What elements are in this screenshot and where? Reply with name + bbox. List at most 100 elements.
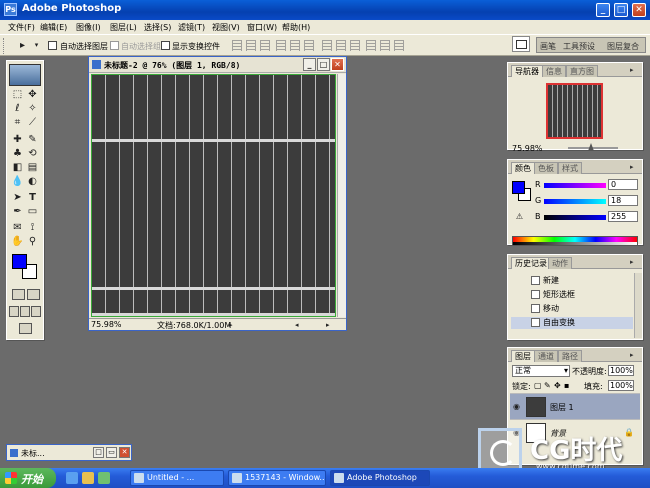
show-transform-checkbox[interactable] — [161, 41, 170, 50]
visibility-eye-icon[interactable]: ◉ — [513, 402, 522, 411]
slice-tool-icon[interactable]: ⟋ — [26, 116, 39, 129]
panel-menu-icon[interactable]: ▸ — [630, 351, 639, 359]
menu-image[interactable]: 图像(I) — [76, 22, 101, 33]
blend-mode-select[interactable]: 正常 — [512, 365, 570, 377]
panel-menu-icon[interactable]: ▸ — [630, 258, 639, 266]
eraser-tool-icon[interactable]: ◧ — [11, 161, 24, 174]
distribute-vcenter-icon[interactable] — [336, 40, 346, 51]
well-tab-brushes[interactable]: 画笔 — [540, 41, 556, 52]
auto-select-layer-checkbox[interactable] — [48, 41, 57, 50]
rectangle-tool-icon[interactable]: ▭ — [26, 205, 39, 218]
color-spectrum-bar[interactable] — [512, 236, 638, 246]
channel-g-value[interactable]: 18 — [608, 195, 638, 206]
align-vcenter-icon[interactable] — [246, 40, 256, 51]
doc-close-button[interactable]: ✕ — [331, 58, 344, 71]
channel-r-value[interactable]: 0 — [608, 179, 638, 190]
menu-edit[interactable]: 编辑(E) — [40, 22, 67, 33]
maximize-button[interactable]: □ — [614, 3, 628, 17]
feather-logo-icon[interactable] — [9, 64, 41, 86]
lock-image-icon[interactable]: ✎ — [544, 381, 551, 390]
marquee-tool-icon[interactable]: ⬚ — [11, 88, 24, 101]
scroll-right-icon[interactable]: ▸ — [326, 321, 334, 329]
move-tool-icon[interactable]: ✥ — [26, 88, 39, 101]
layer-row[interactable]: ◉ 图层 1 — [510, 393, 640, 419]
tab-styles[interactable]: 样式 — [558, 162, 582, 174]
taskbar-item[interactable]: Untitled - ... — [130, 470, 224, 486]
screen-mode-menu-icon[interactable] — [20, 306, 30, 317]
tab-actions[interactable]: 动作 — [548, 257, 572, 269]
healing-brush-icon[interactable]: ✚ — [11, 133, 24, 146]
history-item[interactable]: 移动 — [511, 303, 633, 315]
fill-input[interactable]: 100% — [608, 380, 634, 391]
options-grip[interactable] — [3, 38, 6, 54]
move-tool-icon[interactable]: ▸ — [16, 39, 29, 52]
taskbar-item-active[interactable]: Adobe Photoshop — [330, 470, 430, 486]
status-menu-arrow-icon[interactable]: ▸ — [229, 321, 237, 329]
history-item[interactable]: 新建 — [511, 275, 633, 287]
navigator-thumbnail[interactable] — [546, 83, 603, 139]
maximize-button[interactable]: ▭ — [106, 447, 117, 458]
restore-button[interactable]: □ — [93, 447, 104, 458]
menu-help[interactable]: 帮助(H) — [282, 22, 310, 33]
panel-menu-icon[interactable]: ▸ — [630, 66, 639, 74]
minimize-button[interactable]: _ — [596, 3, 610, 17]
tab-layers[interactable]: 图层 — [511, 350, 535, 362]
distribute-hcenter-icon[interactable] — [380, 40, 390, 51]
ie-quicklaunch-icon[interactable] — [66, 472, 78, 484]
hand-tool-icon[interactable]: ✋ — [11, 235, 24, 248]
zoom-tool-icon[interactable]: ⚲ — [26, 235, 39, 248]
close-button[interactable]: ✕ — [119, 447, 130, 458]
distribute-top-icon[interactable] — [322, 40, 332, 51]
chevron-down-icon[interactable]: ▾ — [30, 39, 43, 52]
history-item-active[interactable]: 自由变换 — [511, 317, 633, 329]
scroll-left-icon[interactable]: ◂ — [295, 321, 303, 329]
desktop-quicklaunch-icon[interactable] — [98, 472, 110, 484]
quickmask-mode-icon[interactable] — [27, 289, 40, 300]
screen-mode-standard-icon[interactable] — [9, 306, 19, 317]
imageready-jump-icon[interactable] — [19, 323, 32, 334]
channel-b-slider[interactable] — [544, 215, 606, 220]
tab-color[interactable]: 颜色 — [511, 162, 535, 174]
eyedropper-icon[interactable]: ⟟ — [26, 221, 39, 234]
foreground-color-swatch[interactable] — [12, 254, 27, 269]
dodge-tool-icon[interactable]: ◐ — [26, 175, 39, 188]
brush-tool-icon[interactable]: ✎ — [26, 133, 39, 146]
lock-transparency-icon[interactable]: ▢ — [534, 381, 542, 390]
align-left-icon[interactable] — [276, 40, 286, 51]
tab-channels[interactable]: 通道 — [534, 350, 558, 362]
well-tab-tool-presets[interactable]: 工具预设 — [563, 41, 595, 52]
menu-filter[interactable]: 滤镜(T) — [178, 22, 205, 33]
channel-b-value[interactable]: 255 — [608, 211, 638, 222]
well-tab-layer-comps[interactable]: 图层复合 — [607, 41, 639, 52]
palette-well-icon[interactable] — [512, 36, 530, 52]
tab-paths[interactable]: 路径 — [558, 350, 582, 362]
minimized-document[interactable]: 未标... □ ▭ ✕ — [6, 444, 132, 461]
align-top-icon[interactable] — [232, 40, 242, 51]
tab-navigator[interactable]: 导航器 — [511, 65, 543, 77]
image-canvas[interactable] — [91, 74, 336, 317]
distribute-right-icon[interactable] — [394, 40, 404, 51]
lock-all-icon[interactable]: ▪ — [564, 381, 569, 390]
menu-view[interactable]: 视图(V) — [212, 22, 240, 33]
explorer-quicklaunch-icon[interactable] — [82, 472, 94, 484]
magic-wand-icon[interactable]: ✧ — [26, 102, 39, 115]
tab-swatches[interactable]: 色板 — [534, 162, 558, 174]
start-button[interactable]: 开始 — [0, 468, 56, 488]
close-button[interactable]: ✕ — [632, 3, 646, 17]
doc-maximize-button[interactable]: □ — [317, 58, 330, 71]
document-scrollbar[interactable] — [337, 74, 346, 317]
history-brush-icon[interactable]: ⟲ — [26, 147, 39, 160]
menu-file[interactable]: 文件(F) — [8, 22, 35, 33]
lock-position-icon[interactable]: ✥ — [554, 381, 561, 390]
standard-mode-icon[interactable] — [12, 289, 25, 300]
tab-history[interactable]: 历史记录 — [511, 257, 551, 269]
align-bottom-icon[interactable] — [260, 40, 270, 51]
tab-histogram[interactable]: 直方图 — [566, 65, 598, 77]
pen-tool-icon[interactable]: ✒ — [11, 205, 24, 218]
screen-mode-full-icon[interactable] — [31, 306, 41, 317]
auto-select-group-checkbox[interactable] — [110, 41, 119, 50]
notes-tool-icon[interactable]: ✉ — [11, 221, 24, 234]
lasso-tool-icon[interactable]: ℓ — [11, 102, 24, 115]
gradient-tool-icon[interactable]: ▤ — [26, 161, 39, 174]
doc-zoom-readout[interactable]: 75.98% — [91, 320, 122, 329]
